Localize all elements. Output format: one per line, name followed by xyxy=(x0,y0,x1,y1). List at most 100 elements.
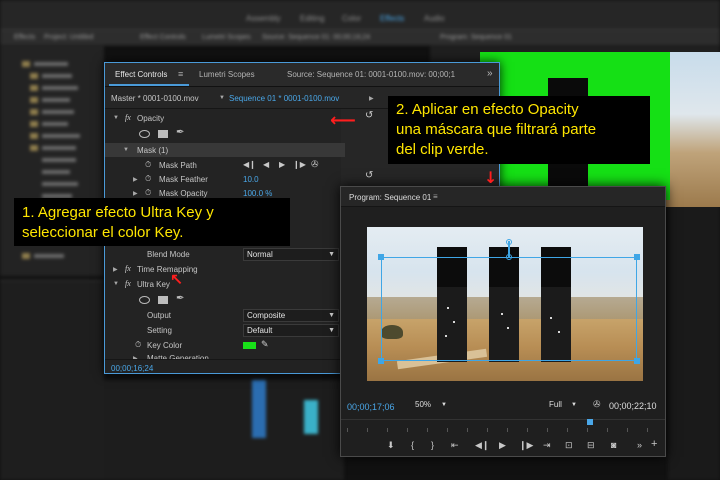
ellipse-mask-icon[interactable] xyxy=(139,296,150,304)
step-forward-icon[interactable]: ❙▶ xyxy=(519,440,533,451)
mask-opacity-value[interactable]: 100.0 % xyxy=(243,189,272,198)
ellipse-mask-icon[interactable] xyxy=(139,130,150,138)
chevron-down-icon[interactable]: ▼ xyxy=(219,95,225,101)
mask-feather-handle[interactable] xyxy=(506,254,512,260)
mask-feather-value[interactable]: 10.0 xyxy=(243,175,259,184)
key-color-swatch[interactable] xyxy=(243,342,256,349)
mask-outline[interactable] xyxy=(381,257,637,361)
bg-tab-effect-controls[interactable]: Effect Controls xyxy=(140,34,186,41)
bg-tab-source[interactable]: Source: Sequence 01: 00;00;16;24 xyxy=(262,34,370,41)
effect-controls-timecode[interactable]: 00;00;16;24 xyxy=(111,364,153,373)
workspace-tab-audio[interactable]: Audio xyxy=(424,14,444,23)
step-forward-icon[interactable]: ▶ xyxy=(279,160,285,169)
master-clip-label[interactable]: Master * 0001-0100.mov xyxy=(111,94,199,103)
expand-triangle-icon[interactable]: ▶ xyxy=(133,176,138,183)
fx-icon[interactable]: fx xyxy=(125,279,131,288)
wrench-icon[interactable]: ✇ xyxy=(593,399,601,410)
rectangle-mask-icon[interactable] xyxy=(158,296,168,304)
setting-select[interactable]: Default ▼ xyxy=(243,324,339,337)
mask-feather-handle[interactable] xyxy=(506,239,512,245)
workspace-tab-effects[interactable]: Effects xyxy=(380,14,404,23)
step-backward-icon[interactable]: ◀ xyxy=(263,160,269,169)
overflow-icon[interactable]: » xyxy=(487,68,493,79)
mask-feather-label: Mask Feather xyxy=(159,175,208,184)
tree-item[interactable] xyxy=(30,120,90,128)
tree-item[interactable] xyxy=(30,108,90,116)
mask-vertex-handle[interactable] xyxy=(634,254,640,260)
stopwatch-icon[interactable]: ⏱ xyxy=(145,188,151,198)
program-monitor-title[interactable]: Program: Sequence 01 xyxy=(349,193,431,202)
collapse-triangle-icon[interactable]: ▼ xyxy=(123,147,129,153)
tree-item[interactable] xyxy=(30,84,90,92)
playhead[interactable] xyxy=(587,419,593,425)
track-forward-icon[interactable]: ❙▶ xyxy=(293,160,306,169)
sequence-clip-label[interactable]: Sequence 01 * 0001-0100.mov xyxy=(229,94,339,103)
workspace-tab-editing[interactable]: Editing xyxy=(300,14,324,23)
chevron-down-icon[interactable]: ▼ xyxy=(441,402,447,408)
bg-tab-program[interactable]: Program: Sequence 01 xyxy=(440,34,512,41)
timeline-clip[interactable] xyxy=(304,400,318,434)
bg-tab-effects[interactable]: Effects xyxy=(14,34,35,41)
bg-tab-project[interactable]: Project: Untitled xyxy=(44,34,93,41)
mark-out-icon[interactable]: } xyxy=(431,440,434,450)
quality-select[interactable]: Full xyxy=(549,400,562,409)
stopwatch-icon[interactable]: ⏱ xyxy=(145,174,151,184)
play-icon[interactable]: ▶ xyxy=(499,440,506,451)
bg-tab-lumetri[interactable]: Lumetri Scopes xyxy=(202,34,251,41)
pen-mask-icon[interactable]: ✒ xyxy=(176,127,184,138)
go-to-out-icon[interactable]: ⇥ xyxy=(543,440,551,451)
output-select[interactable]: Composite ▼ xyxy=(243,309,339,322)
stopwatch-icon[interactable]: ⏱ xyxy=(135,340,141,350)
go-to-in-icon[interactable]: ⇤ xyxy=(451,440,459,451)
tree-item[interactable] xyxy=(30,132,90,140)
chevron-down-icon[interactable]: ▼ xyxy=(571,402,577,408)
tree-item[interactable] xyxy=(38,168,98,176)
timeline-clip[interactable] xyxy=(252,380,266,438)
reset-icon[interactable]: ↺ xyxy=(365,170,373,181)
program-scrub-bar[interactable] xyxy=(341,419,665,432)
collapse-triangle-icon[interactable]: ▼ xyxy=(113,115,119,121)
pen-mask-icon[interactable]: ✒ xyxy=(176,293,184,304)
tree-item[interactable] xyxy=(30,144,90,152)
zoom-select[interactable]: 50% xyxy=(415,400,431,409)
workspace-tab-assembly[interactable]: Assembly xyxy=(246,14,281,23)
overwrite-icon[interactable]: ⊟ xyxy=(587,440,595,451)
tree-item[interactable] xyxy=(30,96,90,104)
fx-icon[interactable]: fx xyxy=(125,113,131,122)
program-current-timecode[interactable]: 00;00;17;06 xyxy=(347,402,395,412)
expand-triangle-icon[interactable]: ▶ xyxy=(113,266,118,273)
more-controls-icon[interactable]: » xyxy=(637,440,642,450)
workspace-tab-color[interactable]: Color xyxy=(342,14,361,23)
fx-icon[interactable]: fx xyxy=(125,264,131,273)
tree-item[interactable] xyxy=(22,60,82,68)
stopwatch-icon[interactable]: ⏱ xyxy=(145,160,151,170)
blend-mode-select[interactable]: Normal ▼ xyxy=(243,248,339,261)
tree-item[interactable] xyxy=(22,252,82,260)
add-button-icon[interactable]: + xyxy=(651,438,657,450)
mask-vertex-handle[interactable] xyxy=(378,254,384,260)
mask-vertex-handle[interactable] xyxy=(634,358,640,364)
reset-icon[interactable]: ↺ xyxy=(365,110,373,121)
panel-menu-icon[interactable]: ≡ xyxy=(178,69,183,79)
insert-icon[interactable]: ⊡ xyxy=(565,440,573,451)
tree-item[interactable] xyxy=(30,72,90,80)
play-only-icon[interactable]: ▶ xyxy=(369,95,374,102)
track-backward-icon[interactable]: ◀❙ xyxy=(243,160,256,169)
mask-vertex-handle[interactable] xyxy=(378,358,384,364)
wrench-icon[interactable]: ✇ xyxy=(311,159,319,170)
panel-menu-icon[interactable]: ≡ xyxy=(433,192,438,201)
export-frame-icon[interactable]: ◙ xyxy=(611,440,616,450)
step-back-icon[interactable]: ◀❙ xyxy=(475,440,489,451)
collapse-triangle-icon[interactable]: ▼ xyxy=(113,281,119,287)
rectangle-mask-icon[interactable] xyxy=(158,130,168,138)
opacity-label: Opacity xyxy=(137,114,165,123)
tree-item[interactable] xyxy=(38,180,98,188)
expand-triangle-icon[interactable]: ▶ xyxy=(133,190,138,197)
add-marker-icon[interactable]: ⬇ xyxy=(387,440,395,451)
eyedropper-icon[interactable]: ✎ xyxy=(261,339,269,350)
tab-lumetri-scopes[interactable]: Lumetri Scopes xyxy=(199,70,255,79)
tree-item[interactable] xyxy=(38,156,98,164)
mark-in-icon[interactable]: { xyxy=(411,440,414,450)
tab-effect-controls[interactable]: Effect Controls xyxy=(115,70,167,79)
tab-source[interactable]: Source: Sequence 01: 0001-0100.mov: 00;0… xyxy=(287,70,455,79)
